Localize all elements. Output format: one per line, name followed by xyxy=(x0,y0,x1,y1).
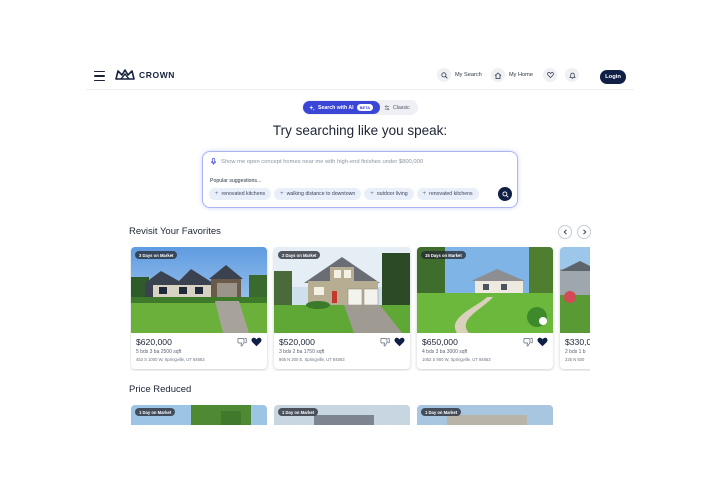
price-reduced-carousel: 1 Day on Market 1 Day on Market 1 Day on… xyxy=(130,405,560,425)
ai-search-input[interactable] xyxy=(221,156,491,168)
plus-icon: + xyxy=(422,191,427,197)
suggestion-chip[interactable]: + renovated kitchens xyxy=(416,188,479,200)
heart-icon[interactable] xyxy=(394,337,405,347)
listing-card[interactable]: $330,0 2 bds 1 b 225 N 500 xyxy=(560,247,590,369)
listing-specs: 2 bds 1 b xyxy=(565,349,586,355)
plus-icon: + xyxy=(280,191,284,197)
plus-icon: + xyxy=(215,191,219,197)
listing-price: $620,000 xyxy=(136,337,172,347)
days-on-market-badge: 3 Days on Market xyxy=(135,251,178,259)
suggestion-chip-label: walking distance to downtown xyxy=(286,191,356,197)
suggestion-chip[interactable]: + outdoor living xyxy=(364,188,414,200)
listing-card[interactable]: 15 Days on Market $650,000 4 bds 3 ba 30… xyxy=(417,247,553,369)
sliders-icon xyxy=(384,104,390,110)
crown-logo[interactable]: CROWN xyxy=(115,69,175,80)
my-search-label: My Search xyxy=(455,72,482,78)
listing-card[interactable]: 3 Days on Market $620,000 5 bds 3 ba 250… xyxy=(131,247,267,369)
listing-address: 865 N 200 E, Springville, UT 84663 xyxy=(279,357,345,362)
microphone-icon[interactable] xyxy=(211,158,216,165)
listing-price: $650,000 xyxy=(422,337,458,347)
header-divider xyxy=(86,89,634,90)
listing-price: $520,000 xyxy=(279,337,315,347)
days-on-market-badge: 1 Day on Market xyxy=(278,408,319,416)
listing-card[interactable]: 2 Days on Market $520,000 3 bds 2 ba 175… xyxy=(274,247,410,369)
listing-photo: 3 Days on Market xyxy=(131,247,267,333)
listing-card[interactable]: 1 Day on Market xyxy=(274,405,410,425)
days-on-market-badge: 2 Days on Market xyxy=(278,251,321,259)
favorites-carousel: 3 Days on Market $620,000 5 bds 3 ba 250… xyxy=(130,247,590,371)
listing-photo xyxy=(560,247,590,333)
days-on-market-badge: 1 Day on Market xyxy=(135,408,176,416)
listing-specs: 5 bds 3 ba 2500 sqft xyxy=(136,349,182,355)
listing-photo: 2 Days on Market xyxy=(274,247,410,333)
listing-photo: 15 Days on Market xyxy=(417,247,553,333)
listing-address: 1052 S 900 W, Springville, UT 84663 xyxy=(422,357,491,362)
days-on-market-badge: 1 Day on Market xyxy=(421,408,462,416)
favorites-section-title: Revisit Your Favorites xyxy=(129,226,221,237)
search-submit-button[interactable] xyxy=(498,187,512,201)
suggestion-chip-label: renovated kitchens xyxy=(429,191,473,197)
hero-title: Try searching like you speak: xyxy=(272,123,448,138)
chevron-right-icon xyxy=(582,229,586,235)
listing-specs: 4 bds 3 ba 3000 sqft xyxy=(422,349,468,355)
listing-specs: 3 bds 2 ba 1750 sqft xyxy=(279,349,325,355)
beta-badge: BETA xyxy=(356,104,374,111)
days-on-market-badge: 15 Days on Market xyxy=(421,251,466,259)
suggestion-chips: + renovated kitchens + walking distance to … xyxy=(209,188,495,202)
my-search-link[interactable]: My Search xyxy=(437,68,482,82)
top-navigation-bar: CROWN My Search My Home Login xyxy=(0,60,720,96)
listing-price: $330,0 xyxy=(565,337,590,347)
search-with-ai-label: Search with AI xyxy=(318,104,354,111)
my-home-label: My Home xyxy=(509,72,533,78)
thumbs-down-icon[interactable] xyxy=(380,337,390,347)
listing-address: 225 N 500 xyxy=(565,357,585,362)
plus-icon: + xyxy=(370,191,374,197)
chevron-left-icon xyxy=(563,229,567,235)
heart-icon[interactable] xyxy=(543,68,557,82)
classic-search-tab[interactable]: Classic xyxy=(384,101,410,114)
suggestion-chip[interactable]: + renovated kitchens xyxy=(209,188,272,200)
thumbs-down-icon[interactable] xyxy=(523,337,533,347)
suggestion-chip[interactable]: + walking distance to downtown xyxy=(274,188,362,200)
carousel-prev-button[interactable] xyxy=(558,225,572,239)
popular-suggestions-label: Popular suggestions... xyxy=(210,178,262,184)
hamburger-icon[interactable] xyxy=(94,71,105,81)
heart-icon[interactable] xyxy=(537,337,548,347)
home-icon xyxy=(491,68,505,82)
ai-search-box: Popular suggestions... +renovated kitche… xyxy=(202,151,518,208)
suggestion-chip-label: outdoor living xyxy=(376,191,408,197)
login-button[interactable]: Login xyxy=(600,70,626,84)
thumbs-down-icon[interactable] xyxy=(237,337,247,347)
brand-name: CROWN xyxy=(139,69,176,80)
crown-icon xyxy=(115,69,135,80)
search-with-ai-tab[interactable]: Search with AI BETA xyxy=(303,101,380,114)
sparkle-icon xyxy=(309,104,315,111)
heart-icon[interactable] xyxy=(251,337,262,347)
price-reduced-section-title: Price Reduced xyxy=(129,384,192,395)
my-home-link[interactable]: My Home xyxy=(491,68,533,82)
classic-label: Classic xyxy=(393,104,410,111)
listing-card[interactable]: 1 Day on Market xyxy=(131,405,267,425)
suggestion-chip-label: renovated kitchens xyxy=(221,191,266,197)
search-icon xyxy=(437,68,451,82)
listing-address: 453 S 1000 W, Springville, UT 84663 xyxy=(136,357,205,362)
bell-icon[interactable] xyxy=(565,68,579,82)
carousel-next-button[interactable] xyxy=(577,225,591,239)
search-mode-toggle: Search with AI BETA Classic xyxy=(302,100,418,115)
search-icon xyxy=(501,190,509,198)
listing-card[interactable]: 1 Day on Market xyxy=(417,405,553,425)
